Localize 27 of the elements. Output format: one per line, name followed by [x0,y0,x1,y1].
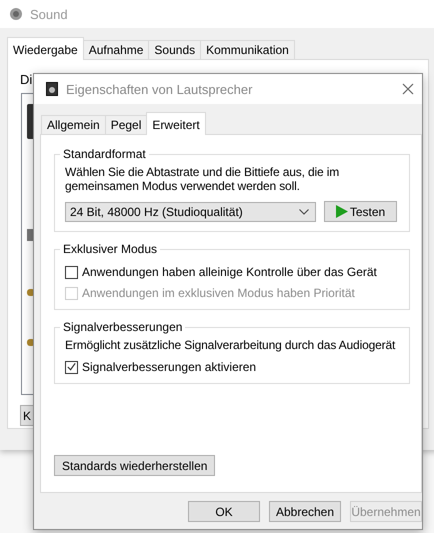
intro-text: Di [20,72,32,87]
description-text: Ermöglicht zusätzliche Signalverarbeitung durch das Audiogerät [65,338,396,352]
window-title: Sound [30,6,68,22]
play-icon [336,205,348,218]
dialog-button[interactable]: Abbrechen [269,501,341,522]
restore-defaults-button[interactable]: Standards wiederherstellen [54,455,216,476]
checkbox[interactable] [65,266,78,278]
checkbox-option[interactable]: Signalverbesserungen aktivieren [65,360,406,374]
speaker-icon [46,82,58,96]
format-dropdown[interactable]: 24 Bit, 48000 Hz (Studioqualität) [65,202,316,222]
tab[interactable]: Wiedergabe [7,37,84,60]
checkbox[interactable] [65,360,78,374]
chevron-down-icon [299,208,309,214]
tab[interactable]: Kommunikation [200,40,295,59]
group-title: Exklusiver Modus [62,242,158,256]
dialog-title: Eigenschaften von Lautsprecher [66,82,254,96]
group-title: Standardformat [62,147,147,161]
speaker-icon [9,7,23,21]
tab[interactable]: Erweitert [146,112,206,135]
group-title: Signalverbesserungen [62,320,184,334]
dialog-button[interactable]: OK [188,501,260,522]
description-text: Wählen Sie die Abtastrate und die Bittiefe aus, die im gemeinsamen Modus verwendet werden soll. [65,165,340,193]
test-button[interactable]: Testen [324,201,397,222]
tab[interactable]: Pegel [104,115,148,134]
checkbox-option[interactable]: Anwendungen haben alleinige Kontrolle über das Gerät [65,265,406,279]
close-icon[interactable] [402,83,414,95]
tab[interactable]: Allgemein [41,115,106,134]
